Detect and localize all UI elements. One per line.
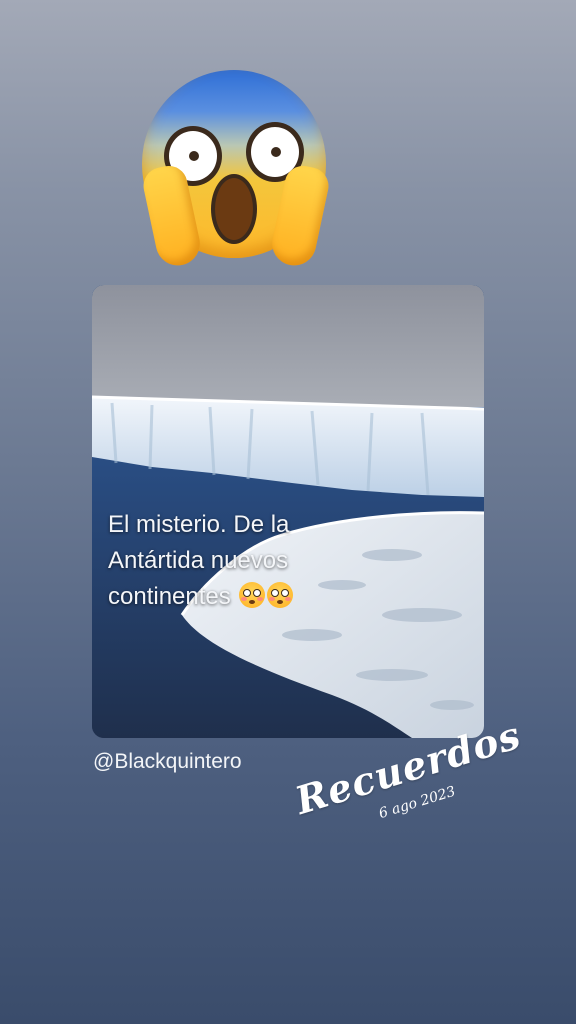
- flushed-face-icon: [239, 582, 266, 608]
- post-author-username[interactable]: @Blackquintero: [93, 750, 242, 774]
- memories-stamp: Recuerdos 6 ago 2023: [290, 712, 526, 844]
- caption-line-3: continentes: [108, 583, 231, 610]
- post-caption: El misterio. De la Antártida nuevos cont…: [108, 507, 408, 615]
- caption-line-1: El misterio. De la: [108, 511, 290, 538]
- shared-post-card[interactable]: El misterio. De la Antártida nuevos cont…: [92, 285, 484, 738]
- flushed-face-icon: [267, 582, 294, 608]
- caption-line-2: Antártida nuevos: [108, 547, 289, 574]
- emoji-mouth: [211, 174, 257, 244]
- face-screaming-in-fear-icon[interactable]: [138, 68, 332, 273]
